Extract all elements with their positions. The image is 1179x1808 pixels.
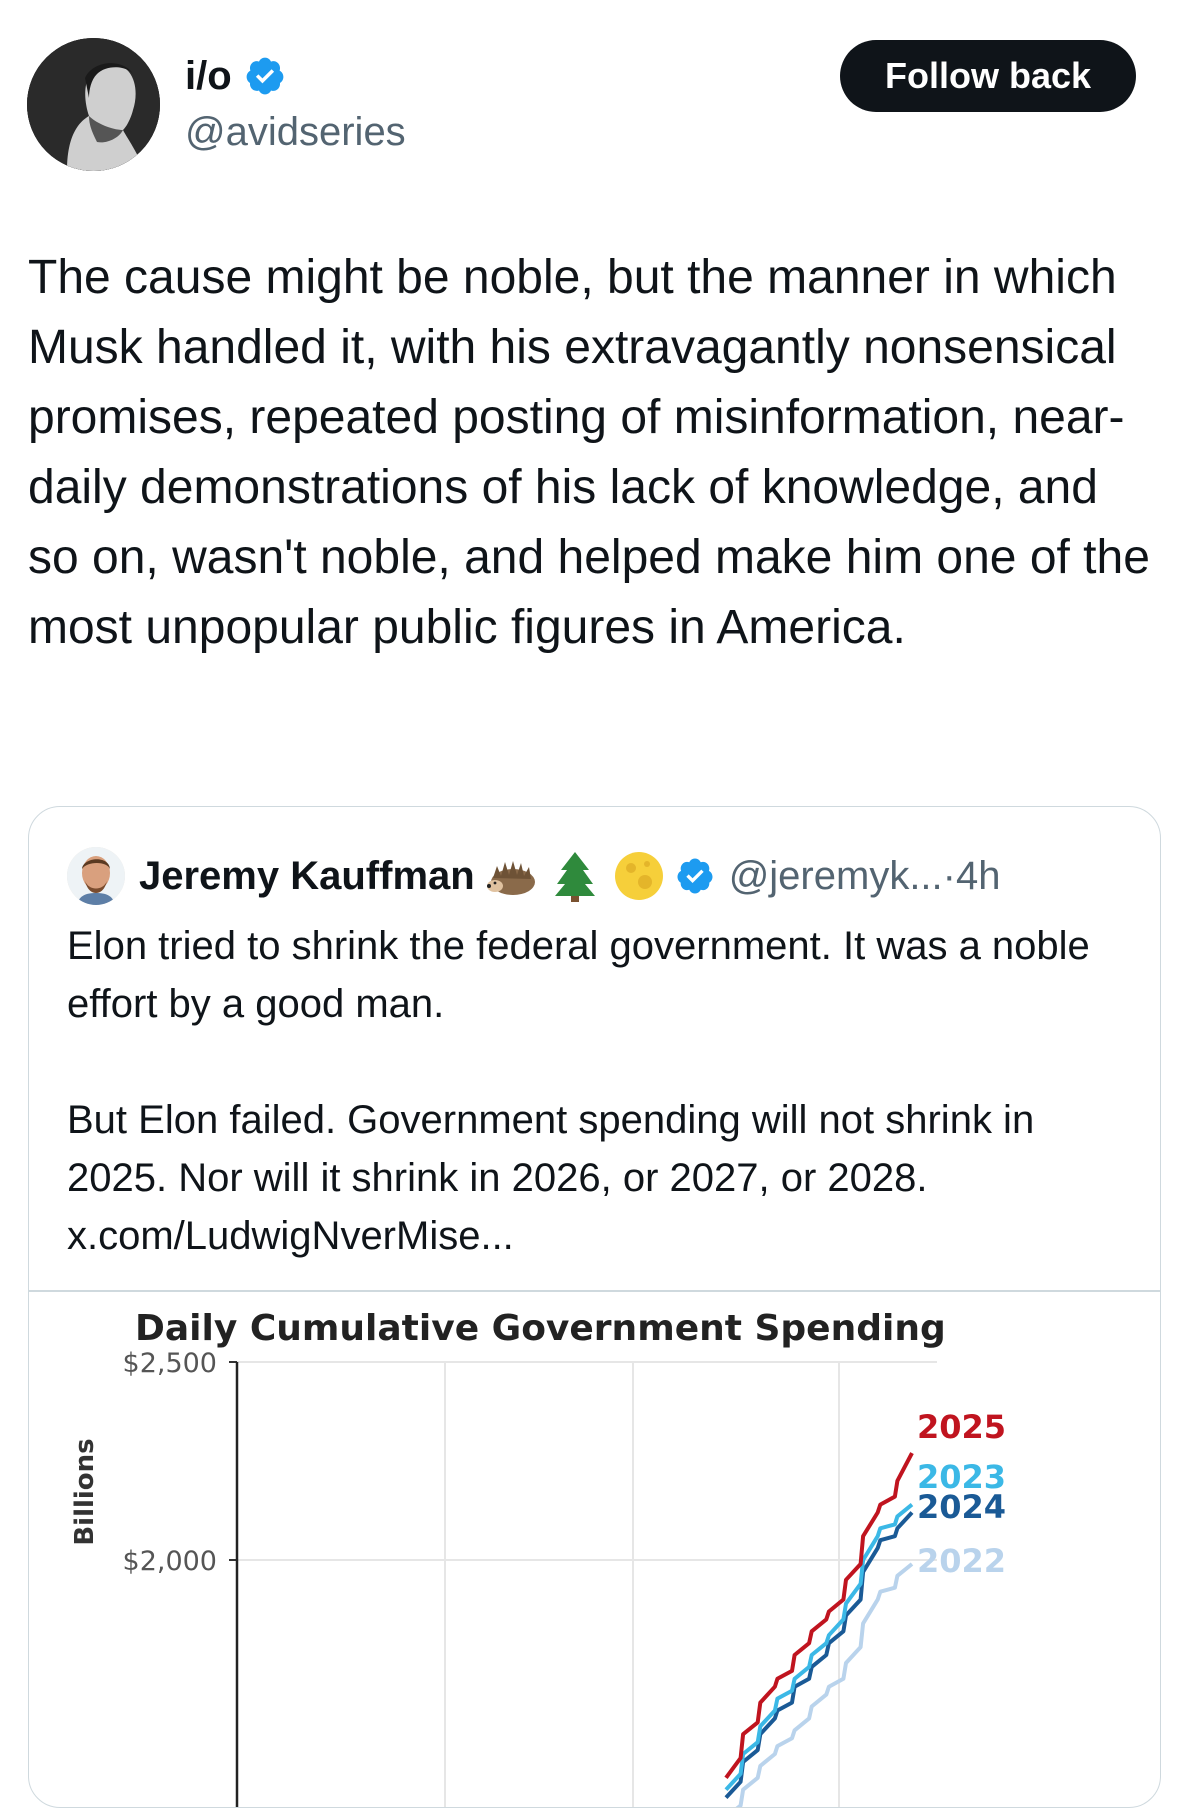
- chart-series-label-2022: 2022: [917, 1542, 1006, 1580]
- chart-media[interactable]: Daily Cumulative Government Spending Bil…: [29, 1292, 1160, 1807]
- evergreen-tree-icon: [554, 852, 595, 902]
- chart-series-line-2025: [724, 1452, 914, 1779]
- spending-chart: Daily Cumulative Government Spending Bil…: [70, 1308, 1006, 1807]
- chart-series-label-2025: 2025: [917, 1408, 1006, 1446]
- quote-paragraph-1: Elon tried to shrink the federal governm…: [67, 924, 1090, 1026]
- quote-verified-badge-icon[interactable]: [675, 856, 715, 896]
- author-name-row: i/o: [185, 52, 286, 100]
- chart-series-label-2023: 2023: [917, 1458, 1006, 1496]
- author-avatar[interactable]: [27, 38, 160, 171]
- quote-separator: ·: [942, 853, 956, 898]
- quote-handle[interactable]: @jeremyk...: [729, 854, 943, 899]
- quote-text: Elon tried to shrink the federal governm…: [67, 917, 1137, 1265]
- chart-y-axis-label: Billions: [70, 1438, 100, 1545]
- chart-y-tick-label: $2,000: [123, 1546, 217, 1577]
- verified-badge-icon[interactable]: [244, 55, 286, 97]
- full-moon-icon: [614, 852, 663, 900]
- chart-y-ticks: $2,500 $2,000: [123, 1348, 239, 1807]
- quote-link[interactable]: x.com/LudwigNverMise...: [67, 1207, 1137, 1265]
- chart-series: [724, 1452, 914, 1807]
- chart-series-line-2023: [724, 1503, 914, 1792]
- quote-display-name[interactable]: Jeremy Kauffman: [139, 854, 475, 899]
- tweet-text: The cause might be noble, but the manner…: [28, 251, 1150, 654]
- quote-timestamp[interactable]: 4h: [956, 854, 1001, 899]
- chart-title: Daily Cumulative Government Spending: [135, 1308, 946, 1349]
- quote-author-avatar[interactable]: [67, 847, 125, 905]
- author-handle[interactable]: @avidseries: [185, 108, 406, 156]
- chart-y-tick-label: $2,500: [123, 1348, 217, 1379]
- author-display-name[interactable]: i/o: [185, 52, 232, 100]
- avatar-image: [27, 38, 160, 171]
- follow-back-button[interactable]: Follow back: [840, 40, 1136, 112]
- quote-paragraph-2: But Elon failed. Government spending wil…: [67, 1098, 1035, 1200]
- hedgehog-icon: [486, 861, 535, 895]
- chart-grid: [237, 1361, 937, 1807]
- quoted-tweet-card[interactable]: Jeremy Kauffman @jeremyk... · 4h Elon tr…: [28, 806, 1161, 1808]
- quote-header: Jeremy Kauffman @jeremyk... · 4h: [139, 847, 1000, 905]
- chart-series-line-2024: [724, 1511, 914, 1799]
- chart-series-line-2022: [735, 1562, 914, 1807]
- chart-series-labels: 2022202420232025: [917, 1408, 1006, 1580]
- quote-avatar-image: [67, 847, 125, 905]
